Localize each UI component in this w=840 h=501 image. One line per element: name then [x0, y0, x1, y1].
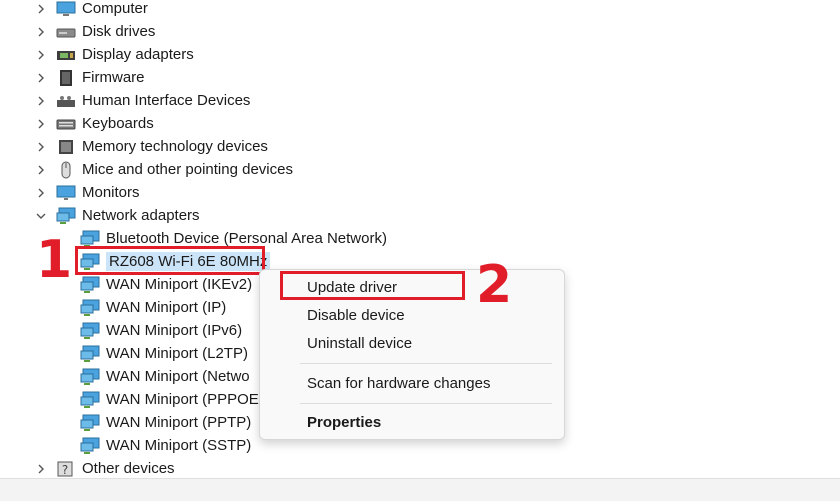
- tree-item-label: Display adapters: [82, 46, 194, 63]
- tree-item-label: WAN Miniport (PPPOE: [106, 391, 259, 408]
- tree-item-mice[interactable]: Mice and other pointing devices: [34, 158, 293, 181]
- tree-item-label: Network adapters: [82, 207, 200, 224]
- tree-item-label: Computer: [82, 0, 148, 17]
- uninstall-device-menu-item[interactable]: Uninstall device: [307, 332, 412, 354]
- tree-item-wan-miniport-network-monitor[interactable]: WAN Miniport (Netwo: [80, 365, 250, 388]
- tree-item-label: WAN Miniport (IKEv2): [106, 276, 253, 293]
- network-adapter-icon: [80, 276, 100, 294]
- tree-item-label: Bluetooth Device (Personal Area Network): [106, 230, 387, 247]
- tree-item-computer[interactable]: Computer: [34, 0, 148, 20]
- chevron-right-icon[interactable]: [34, 186, 48, 200]
- highlight-box-selected-adapter: [75, 246, 265, 275]
- network-adapter-icon: [56, 207, 76, 225]
- network-adapter-icon: [80, 322, 100, 340]
- tree-item-wan-miniport-l2tp[interactable]: WAN Miniport (L2TP): [80, 342, 248, 365]
- tree-item-label: Memory technology devices: [82, 138, 268, 155]
- scan-hardware-menu-item[interactable]: Scan for hardware changes: [307, 372, 490, 394]
- tree-item-label: WAN Miniport (IPv6): [106, 322, 243, 339]
- chevron-right-icon[interactable]: [34, 48, 48, 62]
- tree-item-label: Firmware: [82, 69, 145, 86]
- chevron-right-icon[interactable]: [34, 25, 48, 39]
- tree-item-memory-technology-devices[interactable]: Memory technology devices: [34, 135, 268, 158]
- firmware-icon: [56, 69, 76, 87]
- tree-item-human-interface-devices[interactable]: Human Interface Devices: [34, 89, 250, 112]
- memory-icon: [56, 138, 76, 156]
- chevron-right-icon[interactable]: [34, 71, 48, 85]
- callout-number-two: 2: [476, 255, 513, 315]
- tree-item-label: Keyboards: [82, 115, 154, 132]
- tree-item-firmware[interactable]: Firmware: [34, 66, 145, 89]
- tree-item-wan-miniport-pptp[interactable]: WAN Miniport (PPTP): [80, 411, 251, 434]
- tree-item-keyboards[interactable]: Keyboards: [34, 112, 154, 135]
- network-adapter-icon: [80, 299, 100, 317]
- chevron-down-icon[interactable]: [34, 209, 48, 223]
- chevron-right-icon[interactable]: [34, 2, 48, 16]
- chevron-right-icon[interactable]: [34, 94, 48, 108]
- properties-menu-item[interactable]: Properties: [307, 411, 381, 433]
- network-adapter-icon: [80, 414, 100, 432]
- tree-item-display-adapters[interactable]: Display adapters: [34, 43, 194, 66]
- chevron-right-icon[interactable]: [34, 140, 48, 154]
- tree-item-wan-miniport-ip[interactable]: WAN Miniport (IP): [80, 296, 226, 319]
- disable-device-menu-item[interactable]: Disable device: [307, 304, 405, 326]
- chevron-right-icon[interactable]: [34, 117, 48, 131]
- tree-item-label: WAN Miniport (IP): [106, 299, 227, 316]
- tree-item-disk-drives[interactable]: Disk drives: [34, 20, 155, 43]
- svg-text:?: ?: [62, 463, 68, 477]
- tree-item-label: WAN Miniport (Netwo: [106, 368, 250, 385]
- network-adapter-icon: [80, 368, 100, 386]
- menu-separator: [300, 363, 552, 364]
- highlight-box-update-driver: [280, 271, 465, 300]
- network-adapter-icon: [80, 230, 100, 248]
- tree-item-label: WAN Miniport (L2TP): [106, 345, 248, 362]
- chevron-right-icon[interactable]: [34, 462, 48, 476]
- tree-item-label: WAN Miniport (PPTP): [106, 414, 252, 431]
- tree-item-wan-miniport-sstp[interactable]: WAN Miniport (SSTP): [80, 434, 251, 457]
- tree-item-wan-miniport-ikev2[interactable]: WAN Miniport (IKEv2): [80, 273, 252, 296]
- tree-item-other-devices[interactable]: ? Other devices: [34, 457, 175, 480]
- disk-drive-icon: [56, 23, 76, 41]
- tree-item-wan-miniport-ipv6[interactable]: WAN Miniport (IPv6): [80, 319, 242, 342]
- tree-item-wan-miniport-pppoe[interactable]: WAN Miniport (PPPOE: [80, 388, 259, 411]
- callout-number-one: 1: [36, 230, 73, 290]
- tree-item-label: Mice and other pointing devices: [82, 161, 293, 178]
- other-devices-icon: ?: [56, 460, 76, 478]
- keyboard-icon: [56, 115, 76, 133]
- network-adapter-icon: [80, 437, 100, 455]
- menu-separator: [300, 403, 552, 404]
- network-adapter-icon: [80, 391, 100, 409]
- tree-item-label: Disk drives: [82, 23, 156, 40]
- display-adapter-icon: [56, 46, 76, 64]
- monitor-icon: [56, 184, 76, 202]
- mouse-icon: [56, 161, 76, 179]
- hid-icon: [56, 92, 76, 110]
- chevron-right-icon[interactable]: [34, 163, 48, 177]
- tree-item-network-adapters[interactable]: Network adapters: [34, 204, 200, 227]
- tree-item-label: Human Interface Devices: [82, 92, 251, 109]
- network-adapter-icon: [80, 345, 100, 363]
- tree-item-label: WAN Miniport (SSTP): [106, 437, 252, 454]
- tree-item-monitors[interactable]: Monitors: [34, 181, 140, 204]
- tree-item-label: Other devices: [82, 460, 175, 477]
- status-bar: [0, 478, 840, 501]
- computer-icon: [56, 0, 76, 18]
- tree-item-label: Monitors: [82, 184, 140, 201]
